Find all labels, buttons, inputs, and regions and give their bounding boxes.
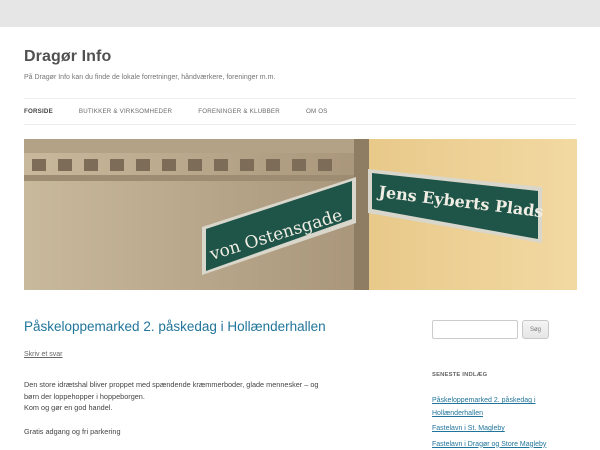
- nav-item-foreninger[interactable]: FORENINGER & KLUBBER: [198, 108, 280, 115]
- main-content: Påskeloppemarked 2. påskedag i Hollænder…: [24, 317, 384, 449]
- recent-post-link[interactable]: Påskeloppemarked 2. påskedag i Hollænder…: [432, 397, 536, 417]
- sidebar: Søg SENESTE INDLÆG Påskeloppemarked 2. p…: [432, 320, 577, 450]
- comments-link[interactable]: Skriv et svar: [24, 351, 63, 358]
- recent-posts-title: SENESTE INDLÆG: [432, 372, 488, 378]
- header-banner-image: von Ostensgade Jens Eyberts Plads: [24, 139, 577, 290]
- post-text-line: Den store idrætshal bliver proppet med s…: [24, 380, 319, 389]
- list-item: Fastelavn i St. Magleby: [432, 423, 577, 436]
- post-article: Påskeloppemarked 2. påskedag i Hollænder…: [24, 317, 384, 437]
- site-description: På Dragør Info kan du finde de lokale fo…: [24, 74, 276, 81]
- site-header: Dragør Info På Dragør Info kan du finde …: [24, 47, 576, 83]
- nav-item-butikker[interactable]: BUTIKKER & VIRKSOMHEDER: [79, 108, 172, 115]
- nav-item-forside[interactable]: FORSIDE: [24, 108, 53, 115]
- search-button[interactable]: Søg: [522, 320, 550, 339]
- search-input[interactable]: [432, 320, 518, 339]
- list-item: Påskeloppemarked 2. påskedag i Hollænder…: [432, 395, 577, 420]
- post-paragraph: Gratis adgang og fri parkering: [24, 426, 121, 436]
- post-text-line: børn der loppehopper i hoppeborgen.: [24, 391, 145, 401]
- post-title[interactable]: Påskeloppemarked 2. påskedag i Hollænder…: [24, 317, 384, 337]
- page: Dragør Info På Dragør Info kan du finde …: [0, 27, 600, 450]
- recent-posts-list: Påskeloppemarked 2. påskedag i Hollænder…: [432, 395, 577, 450]
- main-navigation: FORSIDE BUTIKKER & VIRKSOMHEDER FORENING…: [24, 98, 576, 125]
- post-content: Den store idrætshal bliver proppet med s…: [24, 379, 384, 437]
- site-title[interactable]: Dragør Info: [24, 47, 576, 67]
- recent-post-link[interactable]: Fastelavn i St. Magleby: [432, 425, 505, 432]
- recent-post-link[interactable]: Fastelavn i Dragør og Store Magleby: [432, 441, 546, 448]
- search-form: Søg: [432, 320, 577, 339]
- list-item: Fastelavn i Dragør og Store Magleby: [432, 439, 577, 450]
- nav-item-om-os[interactable]: OM OS: [306, 108, 328, 115]
- post-paragraph: Den store idrætshal bliver proppet med s…: [24, 379, 384, 414]
- post-text-line: Kom og gør en god handel.: [24, 403, 113, 412]
